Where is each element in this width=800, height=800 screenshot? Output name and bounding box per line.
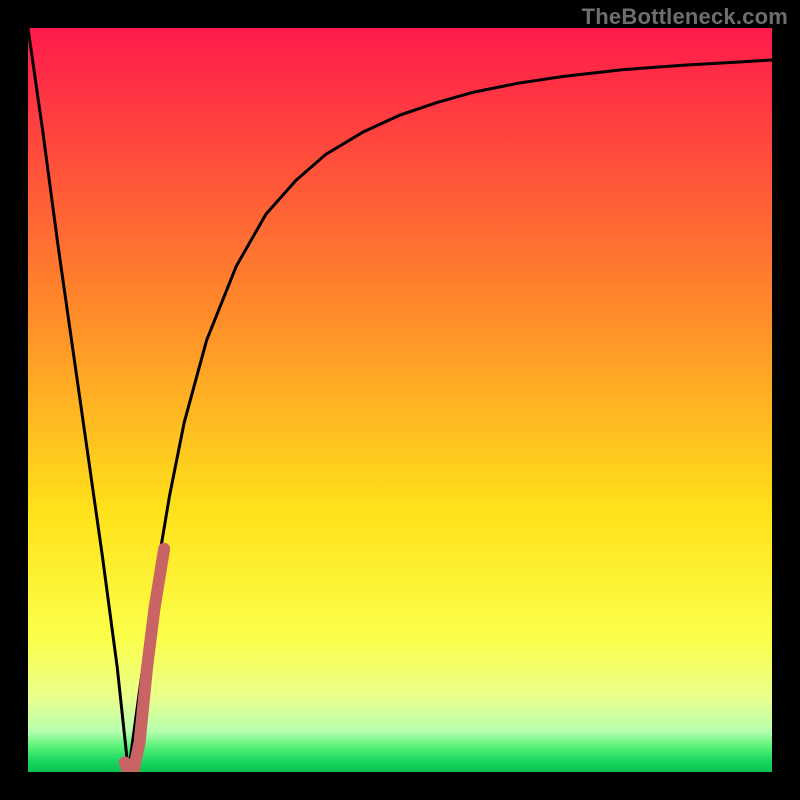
gradient-background [28, 28, 772, 772]
chart-frame: TheBottleneck.com [0, 0, 800, 800]
plot-area [28, 28, 772, 772]
chart-svg [28, 28, 772, 772]
watermark-text: TheBottleneck.com [582, 4, 788, 30]
